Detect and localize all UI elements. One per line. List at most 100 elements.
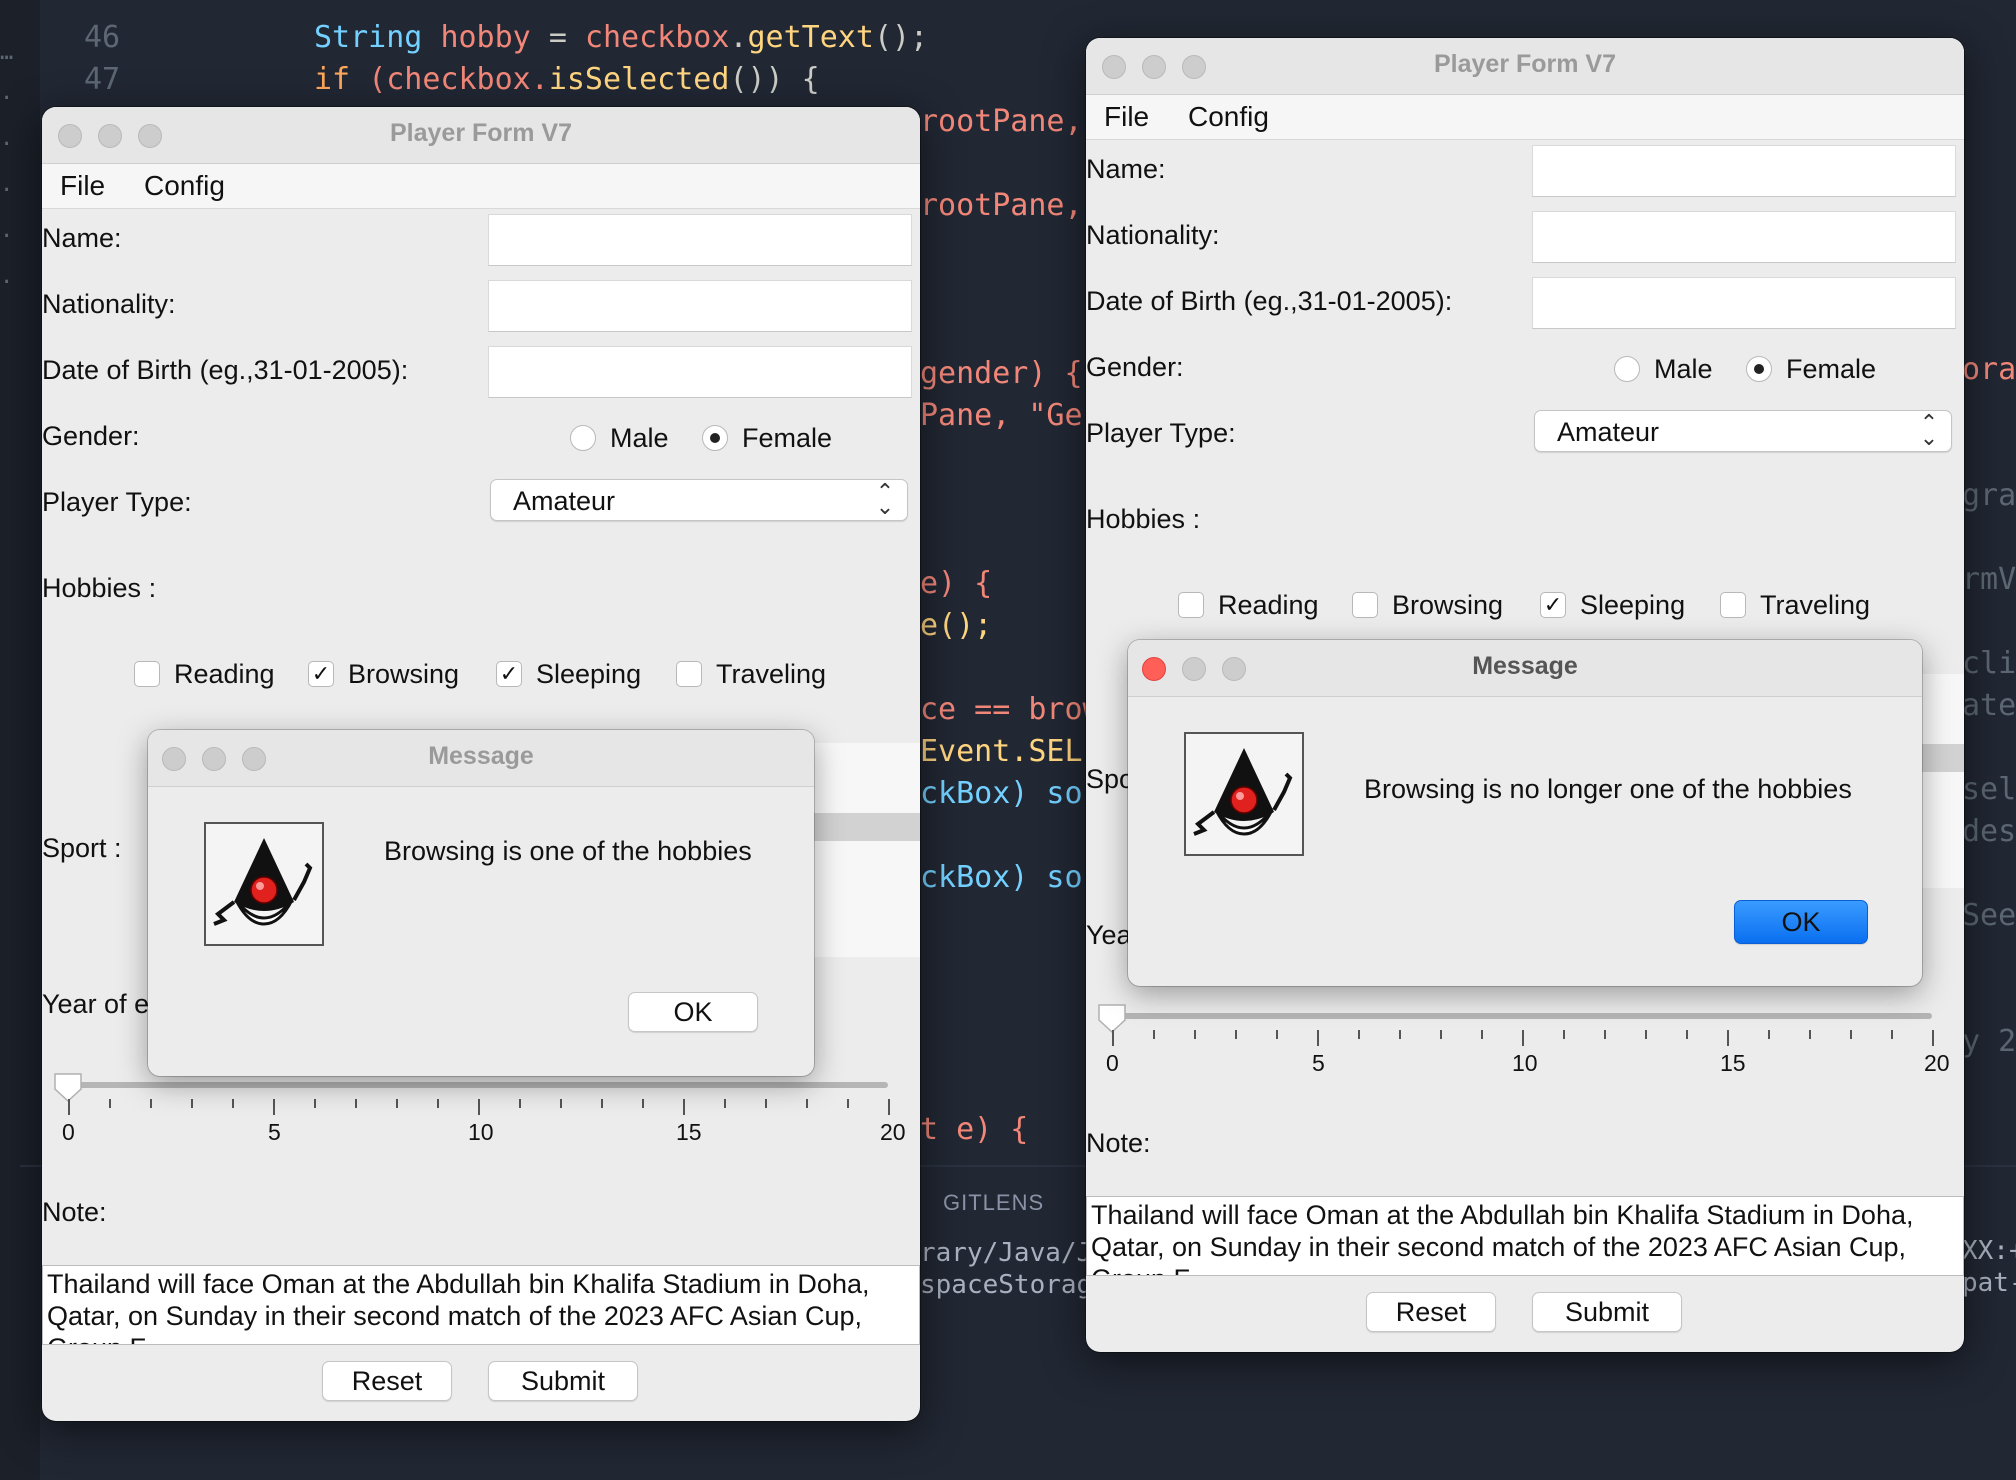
- slider-tick: [1317, 1030, 1319, 1046]
- nationality-input[interactable]: [488, 280, 912, 332]
- hobby-traveling-checkbox[interactable]: [1720, 592, 1746, 618]
- note-textarea[interactable]: Thailand will face Oman at the Abdullah …: [1086, 1196, 1964, 1276]
- year-label: Yea: [1086, 920, 1132, 950]
- hobby-browsing-label[interactable]: Browsing: [348, 659, 459, 690]
- gender-male-label[interactable]: Male: [1654, 354, 1713, 385]
- code-fragment-right: ora: [1962, 352, 2016, 387]
- year-slider-track[interactable]: [64, 1082, 888, 1088]
- gender-label: Gender:: [1086, 352, 1184, 382]
- menu-file[interactable]: File: [1104, 101, 1149, 133]
- slider-label-15: 15: [676, 1119, 702, 1145]
- hobby-browsing-checkbox[interactable]: [1352, 592, 1378, 618]
- slider-tick: [765, 1099, 767, 1108]
- hobby-reading-checkbox[interactable]: [134, 661, 160, 687]
- gender-label: Gender:: [42, 421, 140, 451]
- gender-female-radio[interactable]: [1746, 356, 1772, 382]
- code-fragment-right: gra: [1962, 478, 2016, 513]
- code-fragment-right: ate: [1962, 688, 2016, 723]
- dialog-titlebar[interactable]: Message: [1128, 640, 1922, 697]
- slider-tick: [1686, 1030, 1688, 1039]
- code-fragment: rootPane,: [920, 188, 1083, 223]
- code-fragment: Pane, "Ge: [920, 398, 1083, 433]
- gender-male-label[interactable]: Male: [610, 423, 669, 454]
- dob-label: Date of Birth (eg.,31-01-2005):: [42, 355, 409, 385]
- code-token: getText: [747, 20, 874, 55]
- menu-bar: File Config: [42, 164, 920, 209]
- slider-tick: [1850, 1030, 1852, 1039]
- dialog-ok-button[interactable]: OK: [1734, 900, 1868, 944]
- slider-tick: [601, 1099, 603, 1108]
- gender-female-radio[interactable]: [702, 425, 728, 451]
- hobby-traveling-checkbox[interactable]: [676, 661, 702, 687]
- window-titlebar[interactable]: Player Form V7: [1086, 38, 1964, 95]
- nationality-input[interactable]: [1532, 211, 1956, 263]
- dialog-titlebar[interactable]: Message: [148, 730, 814, 787]
- player-type-select[interactable]: Amateur ⌃ ⌄: [1534, 410, 1952, 452]
- reset-button[interactable]: Reset: [1366, 1292, 1496, 1332]
- gutter-markers: … · · · · ·: [0, 40, 14, 295]
- reset-button[interactable]: Reset: [322, 1361, 452, 1401]
- menu-config[interactable]: Config: [144, 170, 225, 202]
- slider-tick: [232, 1099, 234, 1108]
- player-type-label: Player Type:: [1086, 418, 1236, 448]
- gender-male-radio[interactable]: [570, 425, 596, 451]
- hobby-reading-label[interactable]: Reading: [1218, 590, 1319, 621]
- hobby-browsing-checkbox[interactable]: ✓: [308, 661, 334, 687]
- code-fragment: ckBox) so: [920, 860, 1083, 895]
- slider-tick: [68, 1099, 70, 1115]
- code-fragment: ckBox) so: [920, 776, 1083, 811]
- hobby-reading-label[interactable]: Reading: [174, 659, 275, 690]
- slider-tick: [519, 1099, 521, 1108]
- code-token: hobby: [440, 20, 531, 55]
- slider-tick: [150, 1099, 152, 1108]
- submit-button[interactable]: Submit: [488, 1361, 638, 1401]
- player-type-select[interactable]: Amateur ⌃ ⌄: [490, 479, 908, 521]
- gender-female-label[interactable]: Female: [1786, 354, 1876, 385]
- note-line: Qatar, on Sunday in their second match o…: [1091, 1232, 1906, 1262]
- gender-female-label[interactable]: Female: [742, 423, 832, 454]
- code-token: ()) {: [729, 62, 820, 97]
- name-input[interactable]: [488, 214, 912, 266]
- updown-chevron-icon: ⌃ ⌄: [875, 479, 895, 519]
- code-fragment-right: y 2: [1962, 1024, 2016, 1059]
- submit-button[interactable]: Submit: [1532, 1292, 1682, 1332]
- slider-tick: [1276, 1030, 1278, 1039]
- gitlens-tab[interactable]: GITLENS: [943, 1190, 1044, 1216]
- dob-input[interactable]: [488, 346, 912, 398]
- slider-label-15: 15: [1720, 1050, 1746, 1076]
- window-title: Player Form V7: [389, 119, 573, 147]
- note-textarea[interactable]: Thailand will face Oman at the Abdullah …: [42, 1265, 920, 1345]
- slider-tick: [683, 1099, 685, 1115]
- code-token: ();: [873, 20, 929, 55]
- year-slider-track[interactable]: [1108, 1013, 1932, 1019]
- hobby-reading-checkbox[interactable]: [1178, 592, 1204, 618]
- terminal-fragment-right: pat-: [1962, 1268, 2016, 1298]
- code-fragment-right: sel: [1962, 772, 2016, 807]
- slider-tick: [1563, 1030, 1565, 1039]
- code-token: checkbox: [584, 20, 730, 55]
- menu-config[interactable]: Config: [1188, 101, 1269, 133]
- slider-tick: [1891, 1030, 1893, 1039]
- slider-tick: [1809, 1030, 1811, 1039]
- hobby-sleeping-checkbox[interactable]: ✓: [496, 661, 522, 687]
- slider-tick: [273, 1099, 275, 1115]
- slider-tick: [1440, 1030, 1442, 1039]
- code-line-47: if (checkbox.isSelected()) {: [314, 62, 820, 97]
- hobby-sleeping-label[interactable]: Sleeping: [536, 659, 641, 690]
- dialog-ok-button[interactable]: OK: [628, 992, 758, 1032]
- hobby-traveling-label[interactable]: Traveling: [1760, 590, 1870, 621]
- hobby-sleeping-checkbox[interactable]: ✓: [1540, 592, 1566, 618]
- window-titlebar[interactable]: Player Form V7: [42, 107, 920, 164]
- hobby-traveling-label[interactable]: Traveling: [716, 659, 826, 690]
- gender-male-radio[interactable]: [1614, 356, 1640, 382]
- menu-file[interactable]: File: [60, 170, 105, 202]
- name-input[interactable]: [1532, 145, 1956, 197]
- hobby-browsing-label[interactable]: Browsing: [1392, 590, 1503, 621]
- slider-tick: [1399, 1030, 1401, 1039]
- code-token: .: [729, 20, 748, 55]
- hobby-sleeping-label[interactable]: Sleeping: [1580, 590, 1685, 621]
- dob-input[interactable]: [1532, 277, 1956, 329]
- slider-tick: [1235, 1030, 1237, 1039]
- slider-label-5: 5: [268, 1119, 281, 1145]
- code-token: isSelected: [548, 62, 730, 97]
